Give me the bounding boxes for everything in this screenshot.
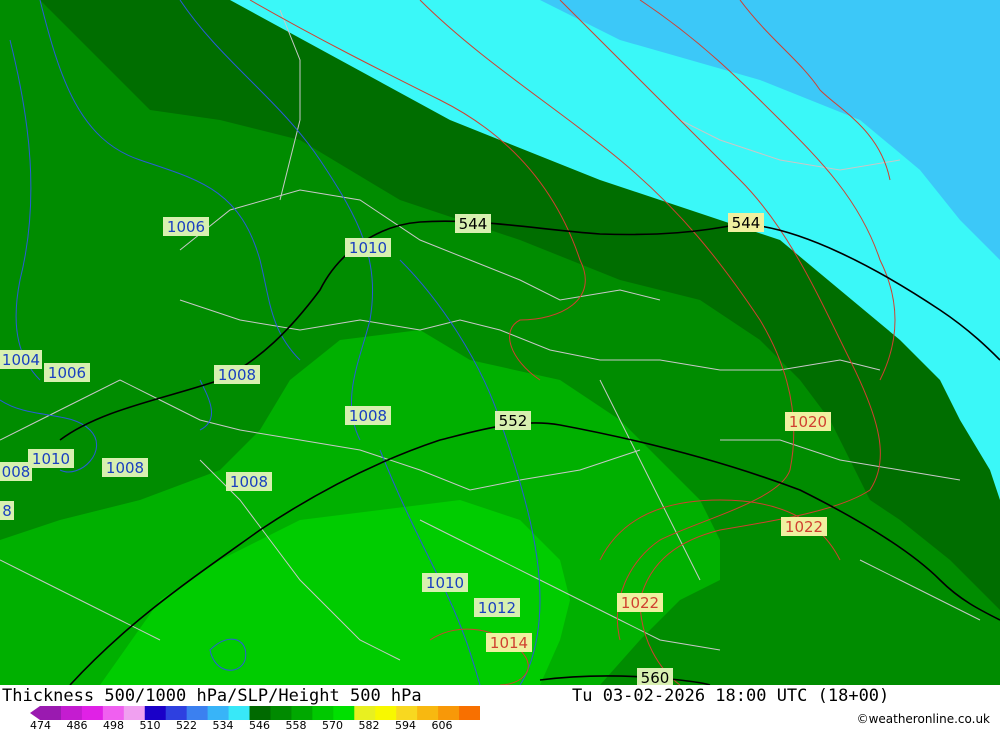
svg-text:008: 008 <box>2 463 31 481</box>
svg-text:1006: 1006 <box>167 218 205 236</box>
scale-label: 582 <box>358 719 380 732</box>
scale-label: 558 <box>285 719 307 732</box>
scale-swatch <box>333 706 355 720</box>
slp-label: 1008 <box>102 458 148 477</box>
svg-text:1010: 1010 <box>426 574 464 592</box>
svg-text:1008: 1008 <box>230 473 268 491</box>
slp-label: 1008 <box>345 406 391 425</box>
slp-label: 1012 <box>474 598 520 617</box>
scale-swatch <box>249 706 271 720</box>
scale-label: 606 <box>431 719 453 732</box>
scale-swatch <box>207 706 230 720</box>
scale-swatch <box>144 706 167 720</box>
slp-label: 1010 <box>28 449 74 468</box>
scale-label: 474 <box>30 719 51 732</box>
slp-label: 1010 <box>345 238 391 257</box>
svg-text:544: 544 <box>459 215 488 233</box>
height-label: 544 <box>728 213 764 232</box>
scale-label: 486 <box>66 719 88 732</box>
height-label: 560 <box>637 668 673 685</box>
slp-label: 1010 <box>422 573 468 592</box>
scale-swatch <box>291 706 313 720</box>
slp-label: 8 <box>0 501 14 520</box>
scale-swatch <box>417 706 439 720</box>
scale-label: 570 <box>322 719 343 732</box>
svg-text:1004: 1004 <box>2 351 40 369</box>
slp-label: 1022 <box>781 517 827 536</box>
map-title: Thickness 500/1000 hPa/SLP/Height 500 hP… <box>2 686 422 706</box>
slp-label: 1006 <box>163 217 209 236</box>
scale-swatch <box>123 706 146 720</box>
scale-swatch <box>270 706 292 720</box>
svg-text:552: 552 <box>499 412 528 430</box>
svg-text:1006: 1006 <box>48 364 86 382</box>
svg-text:1014: 1014 <box>490 634 528 652</box>
scale-swatch <box>354 706 376 720</box>
weather-map: 544 544 552 560 1006 1010 1004 1006 1008… <box>0 0 1000 685</box>
scale-label: 534 <box>212 719 234 732</box>
height-label: 552 <box>495 411 531 430</box>
scale-swatch <box>102 706 125 720</box>
svg-text:1010: 1010 <box>32 450 70 468</box>
slp-label: 1022 <box>617 593 663 612</box>
scale-swatch <box>396 706 418 720</box>
svg-text:1022: 1022 <box>621 594 659 612</box>
scale-swatch <box>165 706 188 720</box>
map-footer: Thickness 500/1000 hPa/SLP/Height 500 hP… <box>0 685 1000 733</box>
scale-swatch <box>438 706 460 720</box>
scale-label: 594 <box>395 719 416 732</box>
credit-text: ©weatheronline.co.uk <box>856 712 990 726</box>
scale-label: 498 <box>103 719 124 732</box>
svg-text:544: 544 <box>732 214 761 232</box>
scale-swatch <box>60 706 83 720</box>
scale-swatch <box>40 706 62 720</box>
map-datetime: Tu 03-02-2026 18:00 UTC (18+00) <box>572 686 890 706</box>
slp-label: 1008 <box>226 472 272 491</box>
svg-text:1020: 1020 <box>789 413 827 431</box>
scale-swatch <box>375 706 397 720</box>
color-scale-bar <box>30 706 480 720</box>
slp-label: 1014 <box>486 633 532 652</box>
scale-swatch <box>228 706 251 720</box>
height-label: 544 <box>455 214 491 233</box>
svg-text:1008: 1008 <box>106 459 144 477</box>
svg-text:1008: 1008 <box>349 407 387 425</box>
scale-swatch <box>459 706 480 720</box>
slp-label: 1008 <box>214 365 260 384</box>
svg-text:1022: 1022 <box>785 518 823 536</box>
scale-swatch <box>186 706 209 720</box>
scale-swatch <box>312 706 334 720</box>
svg-text:1008: 1008 <box>218 366 256 384</box>
svg-text:8: 8 <box>2 502 12 520</box>
svg-text:1010: 1010 <box>349 239 387 257</box>
scale-arrow-left <box>30 706 40 720</box>
slp-label: 008 <box>0 462 32 481</box>
scale-label: 510 <box>139 719 161 732</box>
svg-text:1012: 1012 <box>478 599 516 617</box>
slp-label: 1004 <box>0 350 42 369</box>
svg-text:560: 560 <box>641 669 670 685</box>
scale-label: 522 <box>176 719 197 732</box>
slp-label: 1020 <box>785 412 831 431</box>
slp-label: 1006 <box>44 363 90 382</box>
scale-swatch <box>81 706 104 720</box>
scale-label: 546 <box>249 719 270 732</box>
color-scale-labels: 474 486 498 510 522 534 546 558 570 582 594 606 <box>30 719 500 733</box>
